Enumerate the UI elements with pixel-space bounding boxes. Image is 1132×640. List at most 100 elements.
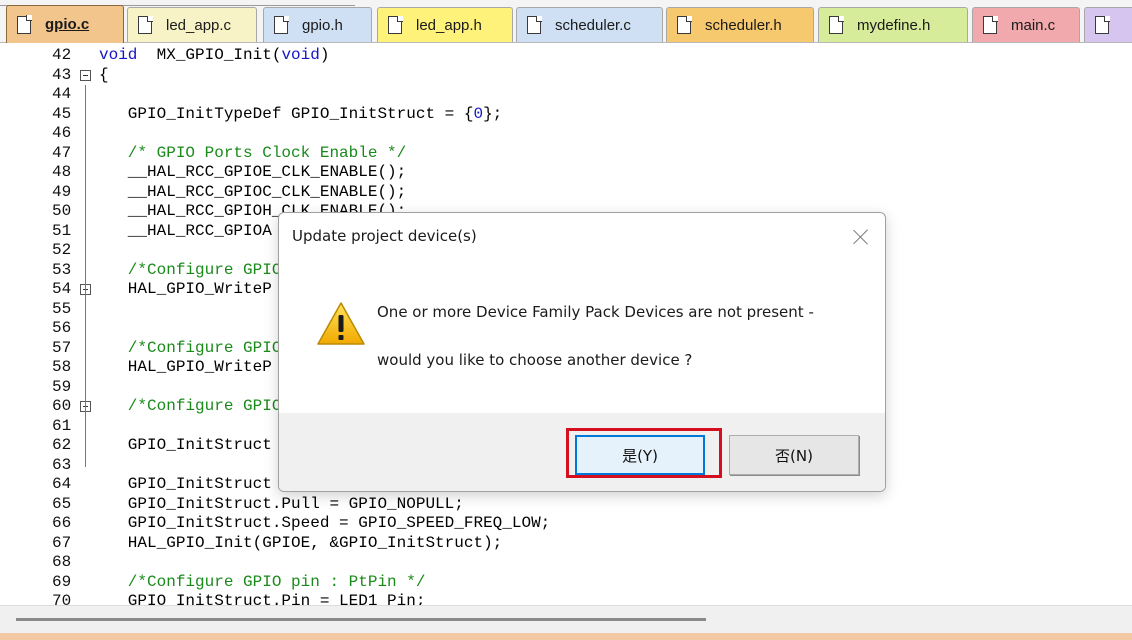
line-number: 69 <box>52 572 72 591</box>
file-icon <box>677 15 692 34</box>
code-line: 45 GPIO_InitTypeDef GPIO_InitStruct = {0… <box>0 105 1132 125</box>
tab-label: led_app.c <box>166 16 232 34</box>
code-text: __HAL_RCC_GPIOE_CLK_ENABLE(); <box>99 163 407 181</box>
code-line: 70 GPIO_InitStruct.Pin = LED1_Pin; <box>0 592 1132 605</box>
code-text: HAL_GPIO_WriteP <box>99 358 272 376</box>
code-text: GPIO_InitStruct.Pull = GPIO_NOPULL; <box>99 494 464 513</box>
line-number: 42 <box>52 46 72 64</box>
bottom-panel-strip <box>0 633 1132 640</box>
code-line: 67 HAL_GPIO_Init(GPIOE, &GPIO_InitStruct… <box>0 534 1132 554</box>
dialog-button-bar: 是(Y) 否(N) <box>279 413 885 491</box>
no-button[interactable]: 否(N) <box>729 435 859 475</box>
line-number: 67 <box>52 533 72 552</box>
tab-label: gpio.c <box>45 16 90 33</box>
tab-gpio-c[interactable]: gpio.c <box>6 5 124 43</box>
line-number: 44 <box>52 85 72 103</box>
line-number: 66 <box>52 514 72 532</box>
scrollbar-thumb[interactable] <box>16 618 706 621</box>
line-number: 58 <box>52 358 72 376</box>
tab-scheduler-c[interactable]: scheduler.c <box>516 7 663 42</box>
file-icon <box>1095 15 1110 34</box>
line-number: 63 <box>52 455 72 474</box>
dialog-message-line-1: One or more Device Family Pack Devices a… <box>377 303 814 321</box>
code-text: GPIO_InitTypeDef GPIO_InitStruct = {0}; <box>99 104 503 123</box>
line-number: 62 <box>52 436 72 454</box>
line-number: 68 <box>52 553 72 571</box>
file-icon <box>274 15 289 34</box>
code-text: HAL_GPIO_Init(GPIOE, &GPIO_InitStruct); <box>99 533 503 552</box>
tab-label: scheduler.c <box>555 16 631 34</box>
tab-label: scheduler.h <box>705 16 782 34</box>
code-text: GPIO_InitStruct.Speed = GPIO_SPEED_FREQ_… <box>99 514 551 532</box>
code-text: void MX_GPIO_Init(void) <box>99 46 330 64</box>
code-line: 65 GPIO_InitStruct.Pull = GPIO_NOPULL; <box>0 495 1132 515</box>
code-line: 44 <box>0 85 1132 105</box>
fold-guide-line <box>85 85 86 467</box>
code-text: GPIO_InitStruct <box>99 475 272 493</box>
tab-led_app-c[interactable]: led_app.c <box>127 7 257 42</box>
line-number: 55 <box>52 299 72 318</box>
file-icon <box>527 15 542 34</box>
line-number: 60 <box>52 397 72 415</box>
tab-label: mydefine.h <box>857 16 931 34</box>
line-number: 49 <box>52 182 72 201</box>
horizontal-scrollbar[interactable] <box>0 605 1132 635</box>
file-icon <box>829 15 844 34</box>
code-text: /*Configure GPIO <box>99 338 282 357</box>
line-number: 54 <box>52 280 72 298</box>
code-text: /*Configure GPIO pin : PtPin */ <box>99 572 426 591</box>
tab-scheduler-h[interactable]: scheduler.h <box>666 7 814 42</box>
line-number: 61 <box>52 416 72 435</box>
line-number: 43 <box>52 65 72 84</box>
warning-icon <box>317 302 365 345</box>
code-line: 48 __HAL_RCC_GPIOE_CLK_ENABLE(); <box>0 163 1132 183</box>
code-line: 42 void MX_GPIO_Init(void) <box>0 46 1132 66</box>
code-line: 46 <box>0 124 1132 144</box>
line-number: 65 <box>52 494 72 513</box>
editor-tab-bar: gpio.c led_app.c gpio.h led_app.h scheduler.… <box>0 0 1132 43</box>
tab-led_app-h[interactable]: led_app.h <box>377 7 513 42</box>
tab-label: led_app.h <box>416 16 482 34</box>
tab-mydefine-h[interactable]: mydefine.h <box>818 7 968 42</box>
line-number: 57 <box>52 338 72 357</box>
dialog-message-line-2: would you like to choose another device … <box>377 351 693 369</box>
line-number: 70 <box>52 592 72 605</box>
update-device-dialog: Update project device(s) One or more Dev… <box>278 212 886 492</box>
tab-more[interactable] <box>1084 7 1132 42</box>
tab-gpio-h[interactable]: gpio.h <box>263 7 372 42</box>
code-line: 66 GPIO_InitStruct.Speed = GPIO_SPEED_FR… <box>0 514 1132 534</box>
tab-label: gpio.h <box>302 16 343 34</box>
line-number: 48 <box>52 163 72 181</box>
tab-main-c[interactable]: main.c <box>972 7 1080 42</box>
code-text: /*Configure GPIO <box>99 397 282 415</box>
code-text: __HAL_RCC_GPIOA <box>99 221 272 240</box>
code-text: /* GPIO Ports Clock Enable */ <box>99 143 407 162</box>
code-text: GPIO_InitStruct.Pin = LED1_Pin; <box>99 592 426 605</box>
code-line: 69 /*Configure GPIO pin : PtPin */ <box>0 573 1132 593</box>
yes-button-highlight-box <box>566 428 722 478</box>
line-number: 56 <box>52 319 72 337</box>
code-text: __HAL_RCC_GPIOC_CLK_ENABLE(); <box>99 182 407 201</box>
code-text: GPIO_InitStruct <box>99 436 272 454</box>
line-number: 59 <box>52 377 72 396</box>
code-line: 49 __HAL_RCC_GPIOC_CLK_ENABLE(); <box>0 183 1132 203</box>
fold-guide-line <box>85 299 86 311</box>
code-text: /*Configure GPIO <box>99 260 282 279</box>
file-icon <box>17 15 32 34</box>
tab-label: main.c <box>1011 16 1056 34</box>
line-number: 52 <box>52 241 72 259</box>
file-icon <box>138 15 153 34</box>
line-number: 46 <box>52 124 72 142</box>
fold-guide-line <box>85 416 86 428</box>
code-line: 68 <box>0 553 1132 573</box>
line-number: 45 <box>52 104 72 123</box>
line-number: 53 <box>52 260 72 279</box>
line-number: 47 <box>52 143 72 162</box>
fold-toggle-icon[interactable] <box>80 69 91 81</box>
dialog-title: Update project device(s) <box>292 227 477 245</box>
code-line: 47 /* GPIO Ports Clock Enable */ <box>0 144 1132 164</box>
line-number: 64 <box>52 475 72 493</box>
close-icon[interactable] <box>851 227 871 247</box>
line-number: 50 <box>52 202 72 220</box>
code-text: { <box>99 65 109 84</box>
